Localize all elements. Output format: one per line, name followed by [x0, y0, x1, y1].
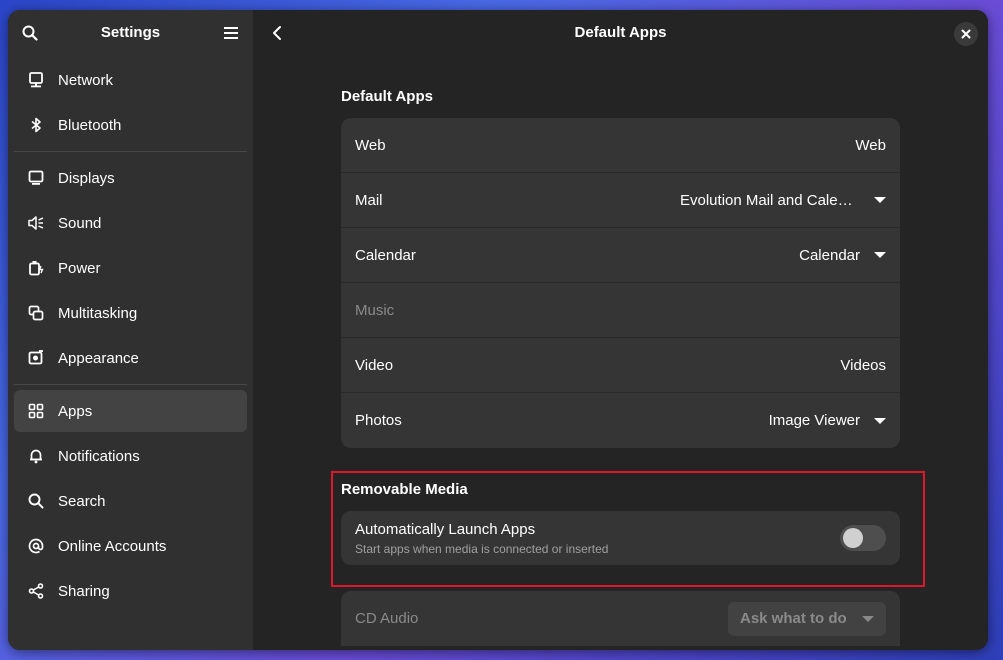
sidebar-item-online-accounts[interactable]: Online Accounts [14, 525, 247, 567]
power-icon [28, 260, 44, 276]
video-label: Video [355, 356, 394, 374]
calendar-label: Calendar [355, 246, 416, 264]
mail-value[interactable]: Evolution Mail and Calendar [680, 192, 886, 209]
media-types-section: CD Audio Ask what to do [341, 591, 900, 646]
sidebar-item-power[interactable]: Power [14, 247, 247, 289]
auto-launch-title: Automatically Launch Apps [355, 520, 536, 538]
chevron-down-icon [862, 615, 874, 622]
auto-launch-subtitle: Start apps when media is connected or in… [355, 541, 609, 556]
chevron-down-icon [874, 417, 886, 424]
auto-launch-row[interactable]: Automatically Launch Apps Start apps whe… [341, 511, 900, 565]
sidebar-list: Network Bluetooth Displays Sound Power Multit… [8, 59, 253, 612]
cd-audio-row: CD Audio Ask what to do [341, 591, 900, 646]
sidebar-item-network[interactable]: Network [14, 59, 247, 101]
sidebar-item-label: Multitasking [58, 304, 138, 322]
sidebar-header: Settings [8, 10, 253, 56]
bluetooth-icon [28, 117, 44, 133]
sidebar-item-label: Network [58, 71, 114, 89]
sidebar-item-label: Apps [58, 402, 93, 420]
display-icon [28, 170, 44, 186]
default-apps-section: Default Apps Web Web Mail Evolution Mail an… [341, 88, 900, 448]
sidebar-separator [14, 384, 247, 385]
web-value-text: Web [855, 136, 886, 154]
mail-value-text: Evolution Mail and Calendar [680, 191, 860, 209]
calendar-value-text: Calendar [799, 246, 860, 264]
cd-audio-label: CD Audio [355, 610, 419, 627]
network-icon [28, 72, 44, 88]
photos-value[interactable]: Image Viewer [769, 412, 886, 429]
media-types-card: CD Audio Ask what to do [341, 591, 900, 646]
removable-media-section: Removable Media Automatically Launch App… [341, 481, 900, 565]
switch-knob [843, 528, 863, 548]
appearance-icon [28, 350, 44, 366]
default-apps-list: Web Web Mail Evolution Mail and Calendar Cal… [341, 118, 900, 448]
default-app-row-photos[interactable]: Photos Image Viewer [341, 393, 900, 448]
mail-label: Mail [355, 191, 383, 209]
music-label: Music [355, 301, 395, 319]
apps-icon [28, 403, 44, 419]
web-value: Web [855, 137, 886, 154]
hamburger-icon [224, 27, 238, 39]
search-icon [28, 493, 44, 509]
multitasking-icon [28, 305, 44, 321]
sidebar-item-label: Online Accounts [58, 537, 167, 555]
sidebar-item-displays[interactable]: Displays [14, 157, 247, 199]
page-title: Default Apps [574, 24, 667, 41]
sidebar-item-label: Sound [58, 214, 102, 232]
chevron-down-icon [874, 252, 886, 258]
auto-launch-switch[interactable] [840, 525, 886, 551]
sidebar-item-label: Search [58, 492, 106, 510]
photos-label: Photos [355, 412, 402, 429]
web-label: Web [355, 136, 386, 154]
sidebar-item-appearance[interactable]: Appearance [14, 337, 247, 379]
photos-value-text: Image Viewer [768, 412, 860, 429]
settings-window: Settings Network Bluetooth Displays Sound Po… [8, 10, 988, 650]
sidebar-item-label: Notifications [58, 447, 140, 465]
share-icon [28, 583, 44, 599]
sidebar-separator [14, 151, 247, 152]
sidebar-item-apps[interactable]: Apps [14, 390, 247, 432]
main-panel: Default Apps Default Apps Web Web Mail Evol… [253, 10, 988, 650]
default-app-row-mail[interactable]: Mail Evolution Mail and Calendar [341, 173, 900, 228]
close-icon [961, 29, 971, 39]
default-app-row-music: Music [341, 283, 900, 338]
sidebar-item-sound[interactable]: Sound [14, 202, 247, 244]
at-icon [28, 538, 44, 554]
calendar-value[interactable]: Calendar [799, 247, 886, 264]
sidebar-item-search[interactable]: Search [14, 480, 247, 522]
main-header: Default Apps [253, 10, 988, 56]
sidebar-item-notifications[interactable]: Notifications [14, 435, 247, 477]
chevron-down-icon [874, 197, 886, 203]
removable-media-title: Removable Media [341, 481, 468, 498]
default-app-row-video: Video Videos [341, 338, 900, 393]
sidebar-item-label: Sharing [58, 582, 110, 600]
default-app-row-web: Web Web [341, 118, 900, 173]
close-button[interactable] [954, 22, 978, 46]
cd-audio-dropdown[interactable]: Ask what to do [728, 601, 886, 636]
sidebar-item-label: Bluetooth [58, 116, 122, 134]
video-value: Videos [840, 357, 886, 374]
sound-icon [28, 215, 44, 231]
main-menu-button[interactable] [219, 21, 243, 45]
auto-launch-text: Automatically Launch Apps Start apps whe… [355, 521, 608, 556]
removable-media-card: Automatically Launch Apps Start apps whe… [341, 511, 900, 565]
sidebar-item-label: Power [58, 259, 101, 277]
video-value-text: Videos [840, 356, 886, 374]
sidebar-item-label: Appearance [58, 349, 139, 367]
sidebar-item-label: Displays [58, 169, 115, 187]
default-apps-title: Default Apps [341, 88, 433, 105]
sidebar: Settings Network Bluetooth Displays Sound Po… [8, 10, 253, 650]
cd-audio-value: Ask what to do [740, 610, 847, 627]
bell-icon [28, 448, 44, 464]
sidebar-title: Settings [100, 24, 161, 41]
sidebar-item-sharing[interactable]: Sharing [14, 570, 247, 612]
default-app-row-calendar[interactable]: Calendar Calendar [341, 228, 900, 283]
sidebar-item-multitasking[interactable]: Multitasking [14, 292, 247, 334]
sidebar-item-bluetooth[interactable]: Bluetooth [14, 104, 247, 146]
